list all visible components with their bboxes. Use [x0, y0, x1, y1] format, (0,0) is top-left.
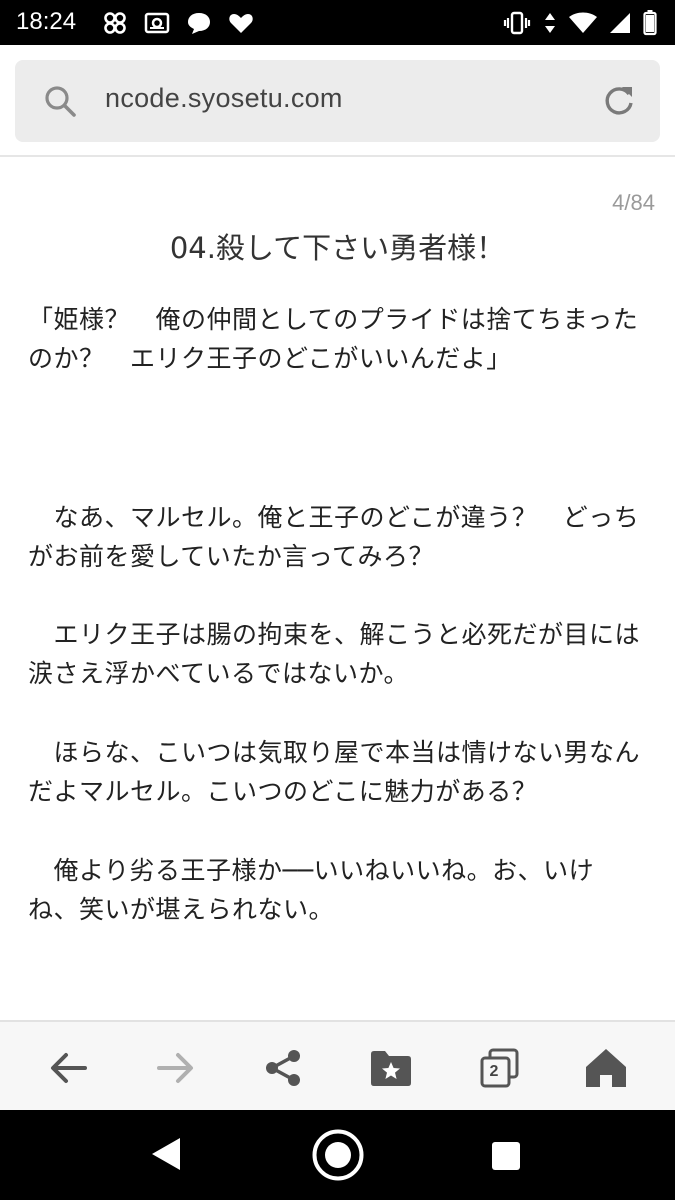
status-time: 18:24	[16, 8, 77, 35]
url-text[interactable]: ncode.syosetu.com	[105, 83, 343, 114]
nav-back-button[interactable]	[150, 1136, 182, 1176]
reload-icon[interactable]	[602, 84, 636, 122]
chat-bubble-icon	[186, 11, 212, 35]
paragraph: ほらな、こいつは気取り屋で本当は情けない男なんだよマルセル。こいつのどこに魅力が…	[28, 738, 641, 806]
home-icon	[586, 1049, 626, 1087]
back-button[interactable]	[44, 1044, 92, 1092]
paragraph: なあ、マルセル。俺と王子のどこが違う？ どっちがお前を愛していたか言ってみろ？	[28, 503, 640, 571]
address-bar[interactable]: ncode.syosetu.com	[15, 60, 660, 142]
chapter-title: 04.殺して下さい勇者様！	[169, 231, 506, 265]
square-recents-icon	[492, 1142, 520, 1170]
signal-icon	[609, 12, 631, 34]
circle-home-icon	[312, 1129, 364, 1181]
tabs-button[interactable]: 2	[475, 1044, 523, 1092]
bookmark-folder-icon	[371, 1051, 411, 1086]
bookmarks-button[interactable]	[367, 1044, 415, 1092]
heart-icon	[228, 11, 254, 35]
nav-recents-button[interactable]	[491, 1141, 521, 1175]
tabs-icon: 2	[478, 1047, 520, 1089]
paragraph: エリク王子は腸の拘束を、解こうと必死だが目には涙さえ浮かべているではないか。	[28, 620, 641, 688]
arrow-left-icon	[51, 1053, 87, 1083]
triangle-back-icon	[152, 1138, 180, 1170]
page-counter: 4/84	[612, 190, 655, 215]
battery-icon	[643, 10, 657, 36]
browser-toolbar: 2	[0, 1020, 675, 1110]
radio-icon	[144, 11, 170, 35]
data-arrows-icon	[543, 11, 557, 35]
home-button[interactable]	[582, 1044, 630, 1092]
paragraph: 「姫様？ 俺の仲間としてのプライドは捨てちまったのか？ エリク王子のどこがいいん…	[28, 305, 639, 373]
paragraph: 俺より劣る王子様か──いいねいいね。お、いけね、笑いが堪えられない。	[28, 856, 595, 924]
share-icon	[266, 1050, 300, 1086]
nav-home-button[interactable]	[311, 1128, 365, 1186]
address-bar-area: ncode.syosetu.com	[0, 45, 675, 157]
search-icon	[43, 84, 77, 122]
share-button[interactable]	[259, 1044, 307, 1092]
vibrate-icon	[503, 11, 531, 35]
wifi-icon	[569, 12, 597, 34]
tab-count: 2	[489, 1063, 499, 1080]
system-navigation-bar	[0, 1110, 675, 1200]
pinwheel-icon	[102, 10, 128, 36]
forward-button[interactable]	[152, 1044, 200, 1092]
status-bar: 18:24	[0, 0, 675, 45]
arrow-right-icon	[157, 1053, 193, 1083]
